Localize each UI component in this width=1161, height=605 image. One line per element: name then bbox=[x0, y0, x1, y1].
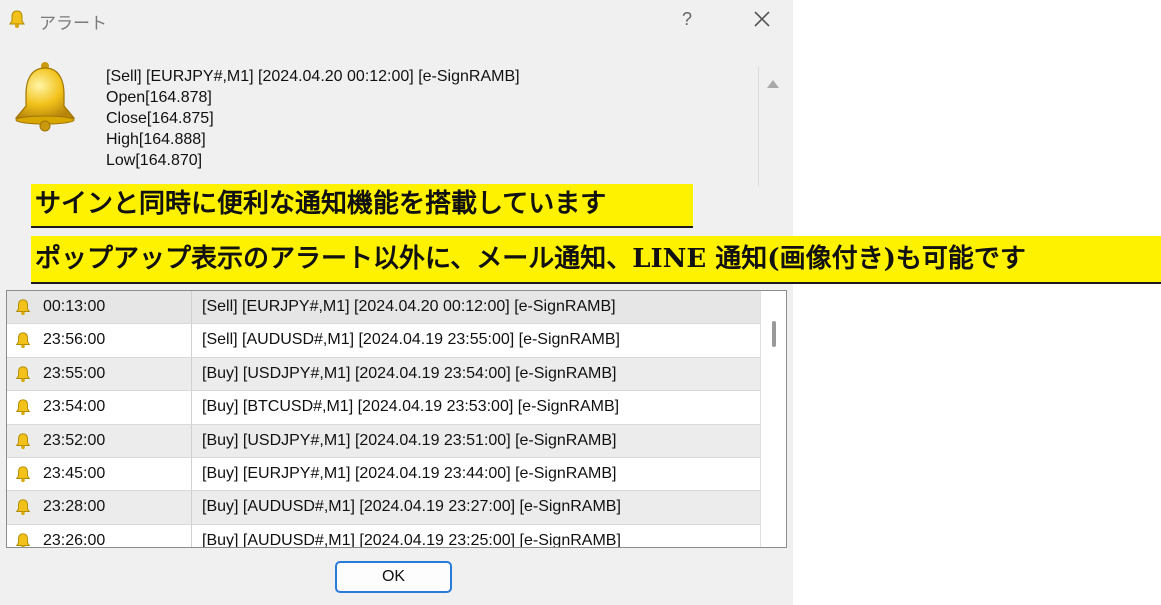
detail-line: High[164.888] bbox=[106, 131, 206, 148]
annotation-text: サインと同時に便利な通知機能を搭載しています bbox=[35, 189, 607, 219]
detail-line: Low[164.870] bbox=[106, 152, 203, 169]
help-icon: ? bbox=[681, 8, 692, 29]
bell-icon bbox=[15, 399, 31, 416]
list-item[interactable]: 23:54:00 [Buy] [BTCUSD#,M1] [2024.04.19 … bbox=[7, 391, 786, 425]
alert-time: 23:28:00 bbox=[43, 498, 106, 516]
bell-icon bbox=[9, 10, 25, 28]
alert-message: [Buy] [USDJPY#,M1] [2024.04.19 23:51:00]… bbox=[202, 431, 617, 449]
bell-icon bbox=[14, 62, 76, 132]
bell-icon bbox=[15, 299, 31, 316]
title-bar: アラート ? bbox=[0, 0, 793, 38]
alert-message: [Buy] [BTCUSD#,M1] [2024.04.19 23:53:00]… bbox=[202, 398, 620, 416]
alert-message: [Sell] [AUDUSD#,M1] [2024.04.19 23:55:00… bbox=[202, 331, 620, 349]
column-divider bbox=[191, 391, 192, 424]
bell-icon bbox=[15, 366, 31, 382]
alert-time: 23:45:00 bbox=[43, 464, 106, 482]
list-item[interactable]: 23:55:00 [Buy] [USDJPY#,M1] [2024.04.19 … bbox=[7, 357, 786, 392]
bell-icon bbox=[15, 533, 31, 547]
annotation-text: ポップアップ表示のアラート以外に、メール通知、LINE 通知(画像付き)も可能で… bbox=[35, 244, 1026, 274]
alert-time: 23:52:00 bbox=[43, 431, 106, 449]
help-button[interactable]: ? bbox=[672, 4, 702, 34]
alert-message: [Buy] [AUDUSD#,M1] [2024.04.19 23:27:00]… bbox=[202, 498, 621, 516]
detail-line: Open[164.878] bbox=[106, 89, 212, 106]
window-title: アラート bbox=[39, 14, 107, 34]
list-item[interactable]: 23:56:00 [Sell] [AUDUSD#,M1] [2024.04.19… bbox=[7, 324, 786, 358]
list-item[interactable]: 23:52:00 [Buy] [USDJPY#,M1] [2024.04.19 … bbox=[7, 424, 786, 458]
alert-dialog: アラート ? [Sell] [EURJPY#,M1] [2024.04.20 0… bbox=[0, 0, 793, 605]
column-divider bbox=[191, 291, 192, 324]
detail-scrollbar[interactable] bbox=[758, 66, 787, 186]
list-item[interactable]: 23:28:00 [Buy] [AUDUSD#,M1] [2024.04.19 … bbox=[7, 491, 786, 525]
list-item[interactable]: 23:45:00 [Buy] [EURJPY#,M1] [2024.04.19 … bbox=[7, 457, 786, 492]
bell-icon bbox=[15, 466, 31, 483]
bell-icon bbox=[15, 332, 31, 349]
alert-time: 23:54:00 bbox=[43, 398, 106, 416]
list-item[interactable]: 00:13:00 [Sell] [EURJPY#,M1] [2024.04.20… bbox=[7, 291, 786, 325]
column-divider bbox=[191, 424, 192, 457]
annotation-banner: ポップアップ表示のアラート以外に、メール通知、LINE 通知(画像付き)も可能で… bbox=[31, 236, 1161, 284]
bell-icon bbox=[15, 432, 31, 449]
list-scrollbar[interactable] bbox=[760, 291, 786, 547]
alert-message: [Sell] [EURJPY#,M1] [2024.04.20 00:12:00… bbox=[202, 298, 616, 315]
close-icon[interactable] bbox=[745, 4, 779, 34]
ok-button[interactable]: OK bbox=[335, 561, 452, 593]
list-item[interactable]: 23:26:00 [Buy] [AUDUSD#,M1] [2024.04.19 … bbox=[7, 524, 786, 548]
alert-message: [Buy] [AUDUSD#,M1] [2024.04.19 23:25:00]… bbox=[202, 531, 621, 548]
detail-line: Close[164.875] bbox=[106, 110, 214, 127]
alert-message: [Buy] [USDJPY#,M1] [2024.04.19 23:54:00]… bbox=[202, 364, 617, 382]
bell-icon bbox=[15, 499, 31, 516]
alert-list[interactable]: 00:13:00 [Sell] [EURJPY#,M1] [2024.04.20… bbox=[6, 290, 787, 548]
annotation-banner: サインと同時に便利な通知機能を搭載しています bbox=[31, 184, 693, 228]
scrollbar-thumb[interactable] bbox=[772, 321, 776, 347]
scroll-up-arrow-icon[interactable] bbox=[767, 80, 779, 88]
column-divider bbox=[191, 524, 192, 547]
alert-detail: [Sell] [EURJPY#,M1] [2024.04.20 00:12:00… bbox=[100, 66, 760, 184]
column-divider bbox=[191, 457, 192, 491]
column-divider bbox=[191, 324, 192, 357]
alert-time: 23:55:00 bbox=[43, 364, 106, 382]
alert-time: 00:13:00 bbox=[43, 298, 106, 315]
detail-line: [Sell] [EURJPY#,M1] [2024.04.20 00:12:00… bbox=[106, 68, 520, 85]
alert-message: [Buy] [EURJPY#,M1] [2024.04.19 23:44:00]… bbox=[202, 464, 617, 482]
alert-time: 23:56:00 bbox=[43, 331, 106, 349]
alert-time: 23:26:00 bbox=[43, 531, 106, 548]
column-divider bbox=[191, 357, 192, 391]
column-divider bbox=[191, 491, 192, 524]
